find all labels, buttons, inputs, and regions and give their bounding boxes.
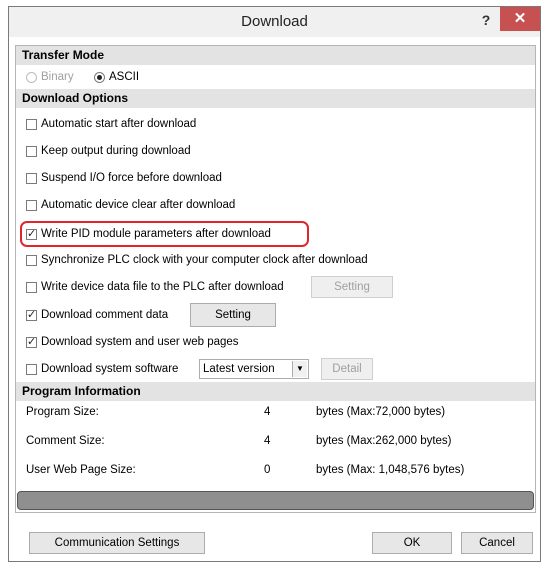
keep-output-checkbox[interactable]: Keep output during download xyxy=(26,140,191,162)
device-clear-checkbox-icon xyxy=(26,199,37,211)
comment-size-max: bytes (Max:262,000 bytes) xyxy=(316,435,452,447)
close-button[interactable]: ✕ xyxy=(500,7,540,31)
ascii-radio-icon xyxy=(94,71,105,83)
download-web-pages-label: Download system and user web pages xyxy=(41,336,239,348)
program-size-max: bytes (Max:72,000 bytes) xyxy=(316,406,446,418)
ok-button[interactable]: OK xyxy=(372,532,452,554)
sync-clock-checkbox-icon xyxy=(26,254,37,266)
keep-output-checkbox-icon xyxy=(26,145,37,157)
download-comment-label: Download comment data xyxy=(41,309,169,321)
binary-radio-label: Binary xyxy=(41,71,74,83)
comment-size-value: 4 xyxy=(264,435,271,447)
write-pid-label: Write PID module parameters after downlo… xyxy=(41,228,271,240)
download-system-software-checkbox-icon xyxy=(26,363,37,375)
download-system-software-label: Download system software xyxy=(41,363,179,375)
auto-start-label: Automatic start after download xyxy=(41,118,197,130)
comment-size-label: Comment Size: xyxy=(26,435,105,447)
binary-radio-icon xyxy=(26,71,37,83)
download-options-header: Download Options xyxy=(16,89,535,108)
download-web-pages-checkbox[interactable]: Download system and user web pages xyxy=(26,331,239,353)
write-device-data-checkbox-icon xyxy=(26,281,37,293)
sync-clock-checkbox[interactable]: Synchronize PLC clock with your computer… xyxy=(26,249,368,271)
download-web-pages-checkbox-icon xyxy=(26,335,37,348)
device-data-setting-button[interactable]: Setting xyxy=(311,276,393,298)
help-button[interactable]: ? xyxy=(476,10,496,32)
download-comment-checkbox[interactable]: Download comment data xyxy=(26,304,168,326)
version-select[interactable]: Latest version ▼ xyxy=(199,359,309,379)
web-page-size-max: bytes (Max: 1,048,576 bytes) xyxy=(316,464,465,476)
web-page-size-label: User Web Page Size: xyxy=(26,464,136,476)
download-system-software-checkbox[interactable]: Download system software xyxy=(26,358,178,380)
ascii-radio-label: ASCII xyxy=(109,71,140,83)
download-dialog: Download ? ✕ Transfer Mode Binary ASCII … xyxy=(8,6,541,562)
web-page-size-value: 0 xyxy=(264,464,271,476)
title-bar: Download ? ✕ xyxy=(9,7,540,37)
suspend-io-label: Suspend I/O force before download xyxy=(41,172,222,184)
program-information-header: Program Information xyxy=(16,382,535,401)
write-pid-checkbox[interactable]: Write PID module parameters after downlo… xyxy=(26,223,271,245)
sync-clock-label: Synchronize PLC clock with your computer… xyxy=(41,254,368,266)
version-select-value: Latest version xyxy=(203,363,275,375)
chevron-down-icon: ▼ xyxy=(292,361,307,377)
detail-button[interactable]: Detail xyxy=(321,358,373,380)
binary-radio[interactable]: Binary xyxy=(26,66,74,88)
device-clear-label: Automatic device clear after download xyxy=(41,199,236,211)
transfer-mode-header: Transfer Mode xyxy=(16,46,535,65)
dialog-title: Download xyxy=(241,13,308,30)
program-size-value: 4 xyxy=(264,406,271,418)
cancel-button[interactable]: Cancel xyxy=(461,532,533,554)
options-panel: Transfer Mode Binary ASCII Download Opti… xyxy=(15,45,536,513)
download-comment-checkbox-icon xyxy=(26,308,37,321)
auto-start-checkbox[interactable]: Automatic start after download xyxy=(26,113,196,135)
device-clear-checkbox[interactable]: Automatic device clear after download xyxy=(26,194,235,216)
ascii-radio[interactable]: ASCII xyxy=(94,66,139,88)
suspend-io-checkbox-icon xyxy=(26,172,37,184)
comment-setting-button[interactable]: Setting xyxy=(190,303,276,327)
write-device-data-label: Write device data file to the PLC after … xyxy=(41,281,284,293)
suspend-io-checkbox[interactable]: Suspend I/O force before download xyxy=(26,167,222,189)
communication-settings-button[interactable]: Communication Settings xyxy=(29,532,205,554)
auto-start-checkbox-icon xyxy=(26,118,37,130)
progress-bar xyxy=(17,491,534,510)
program-size-label: Program Size: xyxy=(26,406,99,418)
write-device-data-checkbox[interactable]: Write device data file to the PLC after … xyxy=(26,276,284,298)
write-pid-checkbox-icon xyxy=(26,227,37,240)
keep-output-label: Keep output during download xyxy=(41,145,191,157)
